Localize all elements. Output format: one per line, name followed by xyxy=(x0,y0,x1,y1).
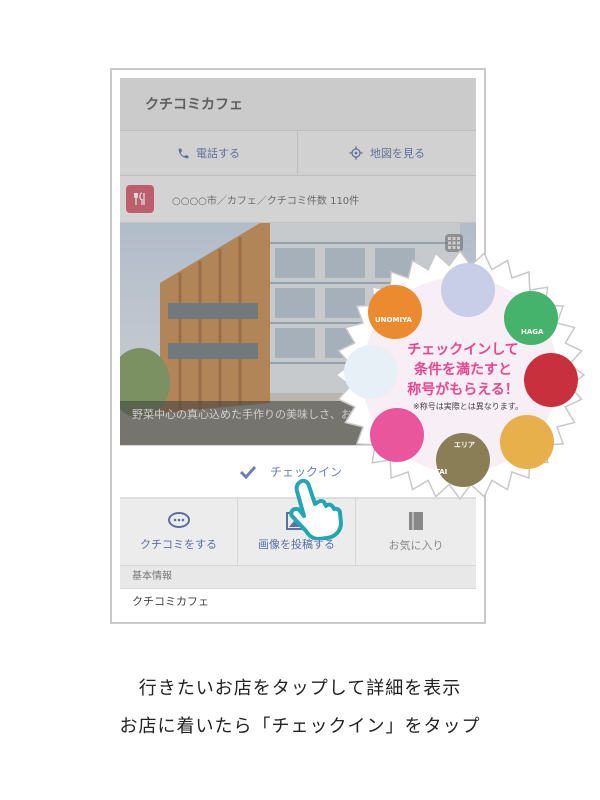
instruction-line-1: 行きたいお店をタップして詳細を表示 xyxy=(138,678,462,699)
phone-icon xyxy=(178,148,189,158)
review-label: クチコミをする xyxy=(140,538,217,551)
shop-name-row: クチコミカフェ xyxy=(120,589,476,614)
basic-info-section-label: 基本情報 xyxy=(120,566,476,588)
call-button[interactable]: 電話する xyxy=(120,131,298,175)
badge-title-line-3: 称号がもらえる！ xyxy=(407,382,519,398)
review-button[interactable]: クチコミをする xyxy=(120,499,238,565)
speech-bubble-icon xyxy=(167,512,190,528)
location-target-icon xyxy=(349,146,363,160)
map-button[interactable]: 地図を見る xyxy=(298,131,475,175)
favorite-label: お気に入り xyxy=(388,539,444,552)
medal-label-unomiya: UNOMIYA xyxy=(375,316,412,324)
call-label: 電話する xyxy=(196,147,240,160)
instruction-line-2: お店に着いたら「チェックイン」をタップ xyxy=(119,716,481,737)
badge-note: ※称号は実際とは異なります。 xyxy=(413,402,523,411)
badge-title-line-1: チェックインして xyxy=(407,342,519,358)
checkmark-icon xyxy=(240,465,256,479)
favorite-button[interactable]: お気に入り xyxy=(357,499,475,565)
medal-label-tai: TAI xyxy=(435,468,447,476)
medal-label-area: エリア xyxy=(454,441,475,449)
shop-info-row: ○○○○市／カフェ／クチコミ件数 110件 xyxy=(120,176,476,223)
actions-row: 電話する 地図を見る xyxy=(120,131,476,176)
map-label: 地図を見る xyxy=(370,147,425,160)
restaurant-category-icon xyxy=(126,185,154,213)
shop-info-text: ○○○○市／カフェ／クチコミ件数 110件 xyxy=(172,196,360,207)
bookmark-book-icon xyxy=(409,512,423,530)
badge-title: チェックインして 条件を満たすと 称号がもらえる！ xyxy=(383,340,543,400)
app-header: クチコミカフェ xyxy=(120,78,476,131)
medal-label-haga: HAGA xyxy=(521,328,544,336)
app-title: クチコミカフェ xyxy=(145,97,243,113)
badge-title-line-2: 条件を満たすと xyxy=(414,362,512,378)
